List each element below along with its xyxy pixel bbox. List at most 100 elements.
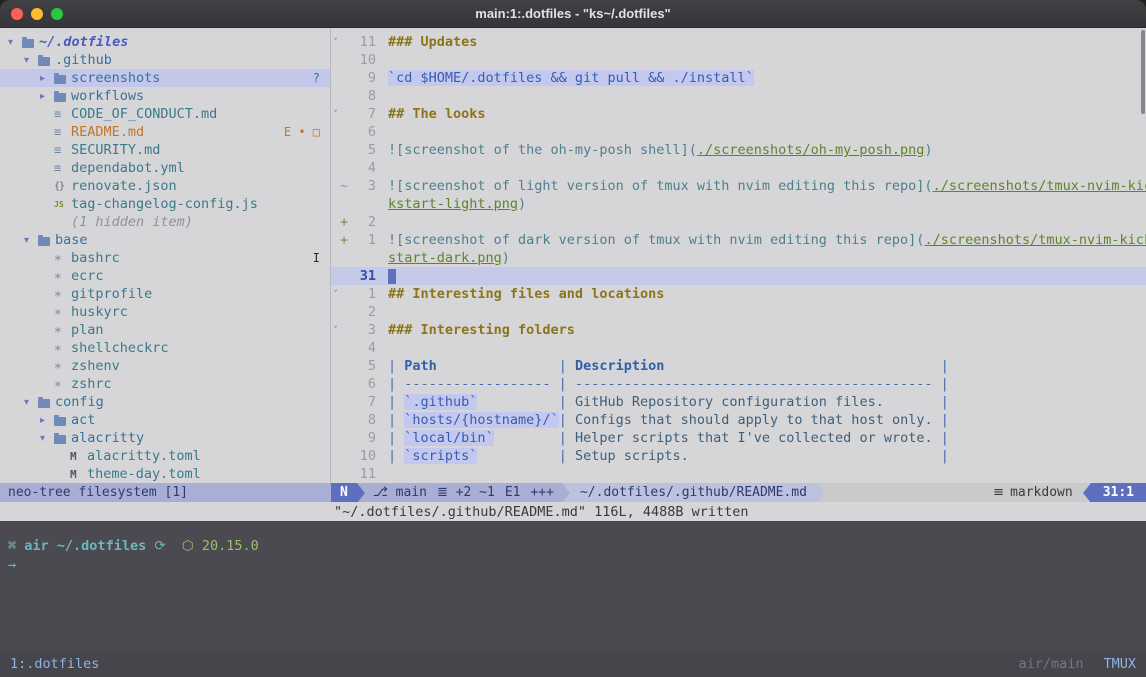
tree-item-act[interactable]: ▸ act: [0, 411, 330, 429]
tree-item-tag-changelog-config-js[interactable]: JStag-changelog-config.js: [0, 195, 330, 213]
chevron-down-icon[interactable]: ▾: [24, 397, 38, 408]
line-number: 10: [350, 448, 376, 464]
text-segment: |: [388, 430, 404, 446]
tree-item-label: act: [71, 412, 95, 428]
tree-item-label: plan: [71, 322, 104, 338]
buffer-line[interactable]: 8| `hosts/{hostname}/`| Configs that sho…: [331, 411, 1146, 429]
asterisk-icon: ∗: [54, 359, 71, 374]
buffer-lines: ˅11### Updates109`cd $HOME/.dotfiles && …: [331, 33, 1146, 483]
buffer-line[interactable]: 5![screenshot of the oh-my-posh shell](.…: [331, 141, 1146, 159]
cwd-label: ~/.dotfiles: [57, 538, 146, 554]
tree-item-config[interactable]: ▾config: [0, 393, 330, 411]
tree-item-alacritty[interactable]: ▾alacritty: [0, 429, 330, 447]
buffer-line[interactable]: 10| `scripts` | Setup scripts. |: [331, 447, 1146, 465]
chevron-down-icon[interactable]: ▾: [24, 55, 38, 66]
buffer-line[interactable]: 6| ------------------ | ----------------…: [331, 375, 1146, 393]
buffer-window[interactable]: ˅11### Updates109`cd $HOME/.dotfiles && …: [331, 28, 1146, 483]
buffer-line[interactable]: ˅7## The looks: [331, 105, 1146, 123]
tree-item-github[interactable]: ▾.github: [0, 51, 330, 69]
tree-item-huskyrc[interactable]: ∗huskyrc: [0, 303, 330, 321]
tree-item-ecrc[interactable]: ∗ecrc: [0, 267, 330, 285]
text-segment: ## Interesting files and locations: [388, 286, 664, 302]
tree-item-1-hidden-item[interactable]: (1 hidden item): [0, 213, 330, 231]
tree-item-label: zshenv: [71, 358, 120, 374]
buffer-line[interactable]: 4: [331, 159, 1146, 177]
buffer-line[interactable]: ˅1## Interesting files and locations: [331, 285, 1146, 303]
tmux-window-item[interactable]: 1:.dotfiles: [10, 656, 99, 672]
text-segment: `local/bin`: [404, 430, 493, 446]
line-text: ### Updates: [388, 34, 1146, 50]
git-branch: ⎇ main: [373, 485, 427, 500]
tree-item-label: (1 hidden item): [71, 214, 193, 230]
zoom-button[interactable]: [51, 8, 63, 20]
text-segment: ./screenshots/tmux-nvim-kic: [933, 178, 1146, 194]
host-name: air: [24, 538, 48, 554]
tree-item-alacritty-toml[interactable]: Malacritty.toml: [0, 447, 330, 465]
file-icon: ≡: [54, 107, 71, 121]
text-segment: | ------------------ | -----------------…: [388, 376, 949, 392]
buffer-line[interactable]: 5| Path | Description |: [331, 357, 1146, 375]
prompt-arrow-icon: →: [8, 557, 16, 573]
folder-icon: [54, 415, 71, 426]
line-number: 11: [350, 34, 376, 50]
buffer-line[interactable]: 11: [331, 465, 1146, 483]
tree-item-plan[interactable]: ∗plan: [0, 321, 330, 339]
statusline: neo-tree filesystem [1] N ⎇ main ≣ +2 ~1…: [0, 483, 1146, 502]
buffer-line[interactable]: 7| `.github` | GitHub Repository configu…: [331, 393, 1146, 411]
minimize-button[interactable]: [31, 8, 43, 20]
chevron-right-icon[interactable]: ▸: [40, 73, 54, 84]
tree-item-zshenv[interactable]: ∗zshenv: [0, 357, 330, 375]
chevron-right-icon[interactable]: ▸: [40, 415, 54, 426]
asterisk-icon: ∗: [54, 287, 71, 302]
buffer-line[interactable]: kstart-light.png): [331, 195, 1146, 213]
tree-item-theme-day-toml[interactable]: Mtheme-day.toml: [0, 465, 330, 483]
buffer-line[interactable]: 6: [331, 123, 1146, 141]
buffer-line[interactable]: ˅3### Interesting folders: [331, 321, 1146, 339]
tree-item-shellcheckrc[interactable]: ∗shellcheckrc: [0, 339, 330, 357]
json-icon: {}: [54, 181, 71, 192]
tree-item-gitprofile[interactable]: ∗gitprofile: [0, 285, 330, 303]
titlebar[interactable]: main:1:.dotfiles - "ks~/.dotfiles": [0, 0, 1146, 28]
chevron-right-icon[interactable]: ▸: [40, 91, 54, 102]
chevron-down-icon[interactable]: ▾: [24, 235, 38, 246]
buffer-line[interactable]: start-dark.png): [331, 249, 1146, 267]
text-segment: |: [559, 430, 575, 446]
scrollbar-thumb[interactable]: [1141, 30, 1145, 114]
chevron-down-icon[interactable]: ▾: [40, 433, 54, 444]
chevron-down-icon[interactable]: ▾: [8, 37, 22, 48]
close-button[interactable]: [11, 8, 23, 20]
buffer-line[interactable]: 4: [331, 339, 1146, 357]
buffer-line[interactable]: 10: [331, 51, 1146, 69]
buffer-line[interactable]: ~3![screenshot of light version of tmux …: [331, 177, 1146, 195]
buffer-line[interactable]: +1![screenshot of dark version of tmux w…: [331, 231, 1146, 249]
tree-item-renovate-json[interactable]: {}renovate.json: [0, 177, 330, 195]
buffer-line[interactable]: 9`cd $HOME/.dotfiles && git pull && ./in…: [331, 69, 1146, 87]
tree-item-dotfiles[interactable]: ▾~/.dotfiles: [0, 33, 330, 51]
tree-item-zshrc[interactable]: ∗zshrc: [0, 375, 330, 393]
tree-item-workflows[interactable]: ▸workflows: [0, 87, 330, 105]
buffer-line[interactable]: +2: [331, 213, 1146, 231]
powerline-separator: [357, 483, 365, 502]
neotree-panel[interactable]: ▾~/.dotfiles▾.github▸screenshots?▸workfl…: [0, 28, 331, 483]
shell-input-line[interactable]: →: [8, 555, 1146, 574]
shell-pane[interactable]: ⌘ air ~/.dotfiles ⟳ ⬡ 20.15.0 →: [0, 521, 1146, 651]
buffer-line[interactable]: 31: [331, 267, 1146, 285]
tree-item-dependabot-yml[interactable]: ≡dependabot.yml: [0, 159, 330, 177]
git-segment: ⎇ main ≣ +2 ~1 E1 +++: [365, 483, 562, 502]
fold-open-icon: ˅: [331, 108, 340, 121]
line-text: ## The looks: [388, 106, 1146, 122]
tree-item-security-md[interactable]: ≡SECURITY.md: [0, 141, 330, 159]
buffer-line[interactable]: 9| `local/bin` | Helper scripts that I'v…: [331, 429, 1146, 447]
line-number: 11: [350, 466, 376, 482]
tree-item-bashrc[interactable]: ∗bashrcI: [0, 249, 330, 267]
tree-item-readme-md[interactable]: ≡README.mdE • □: [0, 123, 330, 141]
tree-item-screenshots[interactable]: ▸screenshots?: [0, 69, 330, 87]
fold-open-icon: ˅: [331, 36, 340, 49]
buffer-line[interactable]: ˅ 11 ### Updates: [331, 33, 1146, 51]
buffer-line[interactable]: 2: [331, 303, 1146, 321]
tree-item-label: shellcheckrc: [71, 340, 169, 356]
tree-item-code-of-conduct-md[interactable]: ≡CODE_OF_CONDUCT.md: [0, 105, 330, 123]
tree-item-base[interactable]: ▾base: [0, 231, 330, 249]
filetype-segment: ≡ markdown: [983, 483, 1083, 502]
buffer-line[interactable]: 8: [331, 87, 1146, 105]
